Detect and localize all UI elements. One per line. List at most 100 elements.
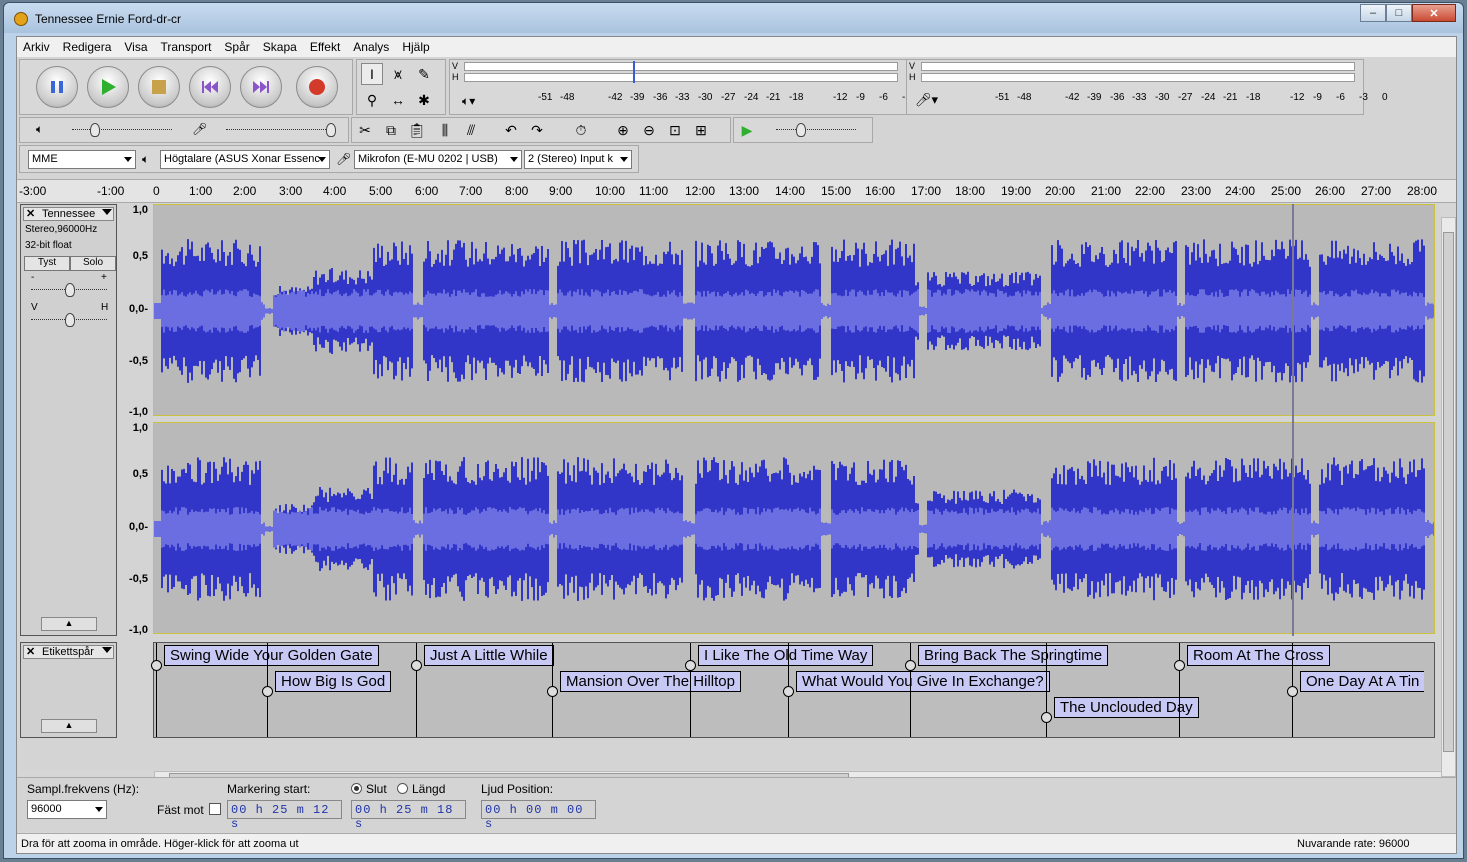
paste-icon[interactable]: 📋︎ xyxy=(406,119,428,141)
solo-button[interactable]: Solo xyxy=(70,256,116,271)
skip-end-button[interactable] xyxy=(240,66,282,108)
speaker-icon[interactable]: 🔈︎▾ xyxy=(462,94,475,109)
skip-start-icon xyxy=(202,81,218,93)
output-device-select[interactable]: Högtalare (ASUS Xonar Essenc xyxy=(160,150,330,169)
label[interactable]: Room At The Cross xyxy=(1187,645,1330,666)
label-track-name[interactable]: Etikettspår xyxy=(23,645,114,659)
menu-analys[interactable]: Analys xyxy=(353,40,389,54)
pan-slider[interactable] xyxy=(23,309,113,331)
zoom-out-icon[interactable]: ⊖ xyxy=(638,119,660,141)
trim-icon[interactable]: ⫼ xyxy=(434,119,456,141)
close-button[interactable]: ✕ xyxy=(1412,4,1456,22)
envelope-tool-icon[interactable]: ⩙ xyxy=(387,63,409,85)
menu-skapa[interactable]: Skapa xyxy=(263,40,297,54)
label-drag-handle[interactable] xyxy=(685,660,696,671)
label-drag-handle[interactable] xyxy=(547,686,558,697)
end-radio[interactable] xyxy=(351,783,362,794)
vscroll-thumb[interactable] xyxy=(1443,232,1454,752)
label-marker-line xyxy=(156,643,157,737)
label-track-area[interactable]: Swing Wide Your Golden Gate How Big Is Go… xyxy=(151,642,1435,738)
label[interactable]: One Day At A Tin xyxy=(1300,671,1425,692)
track-menu-icon[interactable] xyxy=(102,209,112,215)
zoom-tool-icon[interactable]: ⚲ xyxy=(361,89,383,111)
length-radio[interactable] xyxy=(397,783,408,794)
menu-hjalp[interactable]: Hjälp xyxy=(402,40,429,54)
waveform-right-channel[interactable] xyxy=(153,422,1435,634)
sync-lock-icon[interactable]: ⏱ xyxy=(570,119,592,141)
menu-arkiv[interactable]: Arkiv xyxy=(23,40,50,54)
label-drag-handle[interactable] xyxy=(783,686,794,697)
zoom-in-icon[interactable]: ⊕ xyxy=(612,119,634,141)
redo-icon[interactable]: ↷ xyxy=(526,119,548,141)
microphone-icon[interactable]: 🎤︎▾ xyxy=(915,92,938,108)
timeline-ruler[interactable]: -3:00 -1:00 0 1:00 2:00 3:00 4:00 5:00 6:00 7:00 8… xyxy=(17,179,1456,203)
label-drag-handle[interactable] xyxy=(262,686,273,697)
input-device-select[interactable]: Mikrofon (E-MU 0202 | USB) xyxy=(354,150,522,169)
play-at-speed-icon[interactable]: ▶ xyxy=(736,119,758,141)
multi-tool-icon[interactable]: ✱ xyxy=(413,89,435,111)
sample-rate-select[interactable]: 96000 xyxy=(27,800,107,819)
mute-button[interactable]: Tyst xyxy=(24,256,70,271)
pause-button[interactable] xyxy=(36,66,78,108)
collapse-label-track-button[interactable]: ▲ xyxy=(41,719,97,733)
gain-slider[interactable] xyxy=(23,279,113,301)
fit-project-icon[interactable]: ⊞ xyxy=(690,119,712,141)
maximize-button[interactable]: □ xyxy=(1386,4,1412,22)
play-button[interactable] xyxy=(87,66,129,108)
label-drag-handle[interactable] xyxy=(1174,660,1185,671)
label[interactable]: How Big Is God xyxy=(275,671,392,692)
meter-tick: -48 xyxy=(560,92,575,103)
amplitude-tick: -1,0 xyxy=(129,406,148,418)
output-volume-slider[interactable] xyxy=(54,119,184,141)
audio-position-time[interactable]: 00 h 00 m 00 s xyxy=(481,800,596,831)
label-drag-handle[interactable] xyxy=(1041,712,1052,723)
minimize-button[interactable]: – xyxy=(1360,4,1386,22)
draw-tool-icon[interactable]: ✎ xyxy=(413,63,435,85)
playback-meter[interactable]: V H 🔈︎▾ -51 -48 -42 -39 -36 -33 -30 -27 -24 -21 -1… xyxy=(449,59,931,115)
selection-start-time[interactable]: 00 h 25 m 12 s xyxy=(227,800,342,831)
close-label-track-icon[interactable]: ✕ xyxy=(26,645,35,658)
record-meter[interactable]: V H 🎤︎▾ -51 -48 -42 -39 -36 -33 -30 -27 -24 -21 -1… xyxy=(906,59,1388,115)
label[interactable]: I Like The Old Time Way xyxy=(698,645,874,666)
copy-icon[interactable]: ⧉ xyxy=(380,119,402,141)
skip-start-button[interactable] xyxy=(189,66,231,108)
collapse-track-button[interactable]: ▲ xyxy=(41,617,97,631)
label-drag-handle[interactable] xyxy=(411,660,422,671)
menu-visa[interactable]: Visa xyxy=(124,40,147,54)
waveform-left-channel[interactable] xyxy=(153,204,1435,416)
close-track-icon[interactable]: ✕ xyxy=(26,207,35,220)
selection-end-time[interactable]: 00 h 25 m 18 s xyxy=(351,800,466,831)
fit-selection-icon[interactable]: ⊡ xyxy=(664,119,686,141)
vertical-scrollbar[interactable] xyxy=(1441,217,1456,777)
label[interactable]: The Unclouded Day xyxy=(1054,697,1199,718)
menu-effekt[interactable]: Effekt xyxy=(310,40,340,54)
input-channels-select[interactable]: 2 (Stereo) Input k xyxy=(524,150,632,169)
label[interactable]: Mansion Over The Hilltop xyxy=(560,671,741,692)
label-drag-handle[interactable] xyxy=(151,660,162,671)
silence-icon[interactable]: ⫻ xyxy=(460,119,482,141)
label[interactable]: Swing Wide Your Golden Gate xyxy=(164,645,379,666)
cut-icon[interactable]: ✂ xyxy=(354,119,376,141)
peak-marker xyxy=(633,61,635,83)
ruler-tick-label: -1:00 xyxy=(97,184,125,198)
menu-redigera[interactable]: Redigera xyxy=(63,40,112,54)
timeshift-tool-icon[interactable]: ↔ xyxy=(387,89,409,111)
record-button[interactable] xyxy=(296,66,338,108)
pause-icon xyxy=(51,81,63,93)
menu-spar[interactable]: Spår xyxy=(224,40,249,54)
snap-to-checkbox[interactable] xyxy=(209,803,221,815)
label-drag-handle[interactable] xyxy=(1287,686,1298,697)
undo-icon[interactable]: ↶ xyxy=(500,119,522,141)
label-track-menu-icon[interactable] xyxy=(102,647,112,653)
host-select[interactable]: MME xyxy=(28,150,136,169)
playback-speed-slider[interactable] xyxy=(758,119,868,141)
label[interactable]: What Would You Give In Exchange? xyxy=(796,671,1050,692)
audio-track-name[interactable]: Tennessee xyxy=(23,207,114,221)
input-volume-slider[interactable] xyxy=(208,119,342,141)
stop-button[interactable] xyxy=(138,66,180,108)
label[interactable]: Bring Back The Springtime xyxy=(918,645,1109,666)
label[interactable]: Just A Little While xyxy=(424,645,554,666)
selection-tool-icon[interactable]: I xyxy=(361,63,383,85)
label-drag-handle[interactable] xyxy=(905,660,916,671)
menu-transport[interactable]: Transport xyxy=(161,40,212,54)
